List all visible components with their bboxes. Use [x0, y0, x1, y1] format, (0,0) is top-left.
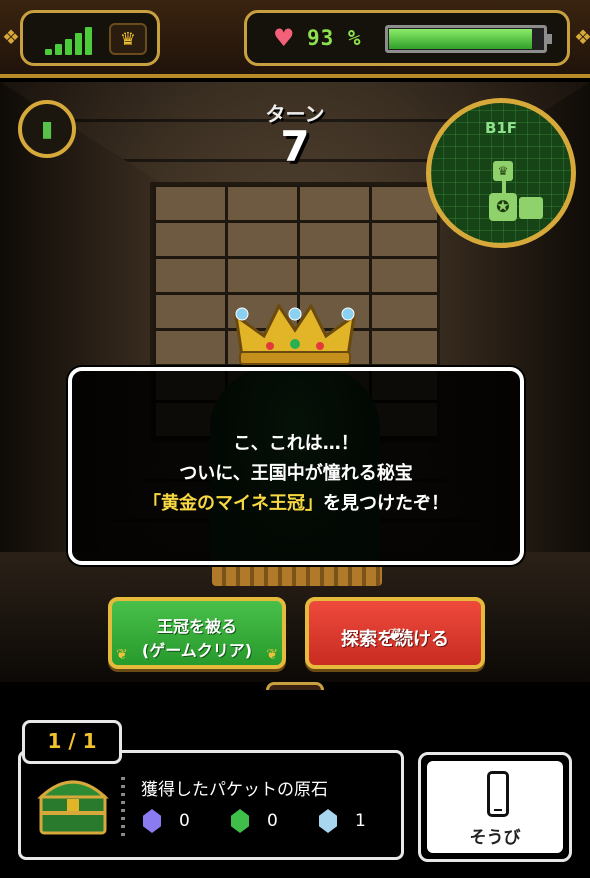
golden-crown-icon — [234, 303, 356, 365]
minimap[interactable]: B1F ♛ ✪ — [426, 98, 576, 248]
message-line-1: こ、これは…！ — [233, 433, 359, 454]
ore-count-badge: 1 / 1 — [22, 720, 122, 764]
treasure-chest-icon — [37, 780, 109, 835]
message-line-3: 「黄金のマイネ王冠」を見つけたぞ！ — [72, 489, 520, 515]
wear-crown-label: 王冠を被る — [156, 617, 237, 636]
equip-button[interactable]: そうび — [418, 752, 572, 862]
ornament-left-icon: ❖ — [2, 25, 20, 49]
equip-label: そうび — [469, 828, 521, 848]
leaf-ornament-icon: ❦ — [116, 647, 128, 663]
hp-panel: ♥ 93 % — [244, 10, 570, 66]
purple-gem-count: 0 — [179, 811, 190, 831]
minimap-crown-room-icon: ♛ — [493, 161, 513, 181]
book-icon: ▮ — [40, 116, 54, 142]
phone-icon — [487, 771, 509, 817]
blue-gem-count: 1 — [355, 811, 366, 831]
ore-title: 獲得したパケットの原石 — [141, 780, 328, 800]
game-clear-label: (ゲームクリア) — [141, 641, 253, 660]
guide-book-button[interactable]: ▮ — [18, 100, 76, 158]
treasure-name: 「黄金のマイネ王冠」 — [143, 493, 323, 514]
green-gem-count: 0 — [267, 811, 278, 831]
hp-percent: 93 % — [307, 26, 362, 50]
minimap-floor-label: B1F — [484, 119, 518, 137]
ornament-right-icon: ❖ — [574, 25, 590, 49]
heart-icon: ♥ — [273, 24, 295, 52]
wear-crown-button[interactable]: 王冠を被る (ゲームクリア) ❦ ❦ — [108, 597, 286, 669]
minimap-current-room-icon: ✪ — [489, 193, 517, 221]
status-bar: ❖ ♛ ♥ 93 % ❖ — [0, 0, 590, 78]
green-gem-icon — [231, 809, 249, 833]
message-line-3-rest: を見つけたぞ！ — [323, 493, 449, 514]
blue-gem-icon — [319, 809, 337, 833]
signal-panel: ♛ — [20, 10, 160, 66]
minimap-room — [519, 197, 543, 219]
hp-bar-fill — [389, 29, 533, 49]
hp-bar — [385, 25, 552, 53]
message-line-2: ついに、王国中が憧れる秘宝 — [179, 463, 413, 484]
purple-gem-icon — [143, 809, 161, 833]
leaf-ornament-icon: ❦ — [387, 625, 403, 646]
leaf-ornament-icon: ❦ — [266, 647, 278, 663]
signal-icon — [45, 25, 92, 55]
continue-exploring-button[interactable]: 探索を続ける ❦ ❦ — [305, 597, 485, 669]
crown-icon: ♛ — [109, 23, 147, 55]
ore-panel: 獲得したパケットの原石 0 0 1 — [18, 750, 404, 860]
message-box: こ、これは…！ ついに、王国中が憧れる秘宝 「黄金のマイネ王冠」を見つけたぞ！ — [68, 367, 524, 565]
